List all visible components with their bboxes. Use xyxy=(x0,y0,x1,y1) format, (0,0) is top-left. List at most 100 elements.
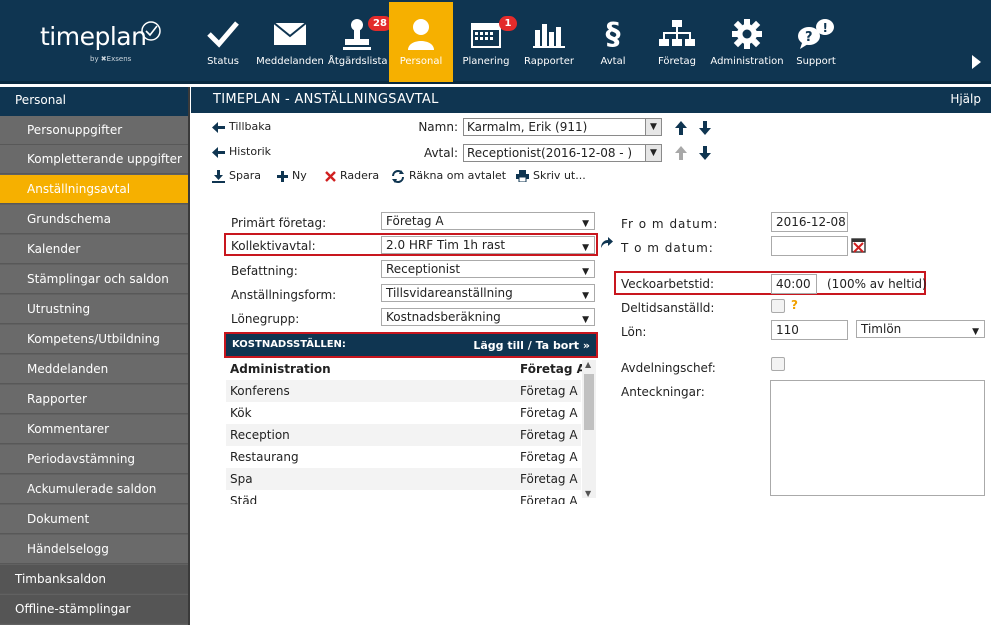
sidebar-item-anstallningsavtal[interactable]: Anställningsavtal xyxy=(0,175,188,204)
nav-next-arrow-icon[interactable] xyxy=(970,54,982,70)
nav-reports[interactable]: Rapporter xyxy=(522,2,576,82)
nav-personal[interactable]: Personal xyxy=(389,2,453,82)
scroll-up-icon[interactable]: ▲ xyxy=(585,360,591,369)
list-item[interactable]: Restaurang Företag A xyxy=(226,446,581,468)
scrollbar-thumb[interactable] xyxy=(584,374,594,430)
sidebar-item-personuppgifter[interactable]: Personuppgifter xyxy=(0,116,188,145)
arrow-left-icon xyxy=(212,121,225,133)
part-time-checkbox[interactable] xyxy=(771,299,785,313)
employment-form-select[interactable]: Tillsvidareanställning ▼ xyxy=(381,284,595,302)
sidebar-item-dokument[interactable]: Dokument xyxy=(0,505,188,534)
to-date-input[interactable] xyxy=(771,236,848,256)
position-label: Befattning: xyxy=(231,264,298,278)
previous-agreement-arrow-icon xyxy=(675,146,687,160)
list-item[interactable]: Konferens Företag A xyxy=(226,380,581,402)
salary-group-select[interactable]: Kostnadsberäkning ▼ xyxy=(381,308,595,326)
collective-agreement-select[interactable]: 2.0 HRF Tim 1h rast ▼ xyxy=(381,236,595,254)
notes-textarea[interactable] xyxy=(770,380,985,496)
sidebar-item-offline-stamplingar[interactable]: Offline-stämplingar xyxy=(0,595,188,624)
nav-planning[interactable]: 1 Planering xyxy=(458,2,517,82)
help-link[interactable]: Hjälp xyxy=(950,92,981,106)
chevron-down-icon: ▼ xyxy=(645,145,661,161)
timeplan-logo[interactable]: timeplan by ✖Exsens xyxy=(40,21,161,63)
chevron-down-icon: ▼ xyxy=(582,219,589,229)
sidebar-item-ackumulerade-saldon[interactable]: Ackumulerade saldon xyxy=(0,475,188,504)
logo-wordmark: timeplan xyxy=(40,22,147,51)
share-arrow-icon[interactable] xyxy=(600,236,614,250)
calendar-icon xyxy=(471,23,501,48)
new-button[interactable]: Ny xyxy=(277,169,307,182)
recalculate-button[interactable]: Räkna om avtalet xyxy=(391,169,506,183)
nav-administration[interactable]: Administration xyxy=(710,2,784,82)
add-remove-cost-center-link[interactable]: Lägg till / Ta bort » xyxy=(473,339,590,352)
back-link[interactable]: Tillbaka xyxy=(212,120,271,133)
nav-action-list[interactable]: 28 Åtgärdslista xyxy=(328,2,392,82)
sidebar-divider xyxy=(188,87,190,625)
sidebar-item-handelselogg[interactable]: Händelselogg xyxy=(0,535,188,564)
next-agreement-arrow-icon[interactable] xyxy=(698,146,712,160)
nav-label: Företag xyxy=(658,56,696,67)
list-item[interactable]: Spa Företag A xyxy=(226,468,581,490)
salary-type-select[interactable]: Timlön ▼ xyxy=(856,320,985,338)
list-item[interactable]: Kök Företag A xyxy=(226,402,581,424)
sidebar-header-personal[interactable]: Personal xyxy=(0,87,190,116)
primary-company-select[interactable]: Företag A ▼ xyxy=(381,212,595,230)
history-link[interactable]: Historik xyxy=(212,145,271,158)
nav-messages[interactable]: Meddelanden xyxy=(256,2,324,82)
previous-employee-arrow-icon[interactable] xyxy=(674,121,688,135)
cost-centers-scrollbar[interactable]: ▲ ▼ xyxy=(582,360,596,498)
employee-select-value: Karmalm, Erik (911) xyxy=(467,120,588,134)
cost-center-company: Företag A xyxy=(520,428,578,442)
sidebar-item-meddelanden[interactable]: Meddelanden xyxy=(0,355,188,384)
nav-label: Meddelanden xyxy=(256,56,324,67)
cost-centers-title: KOSTNADSSTÄLLEN: xyxy=(232,339,346,350)
plus-icon xyxy=(277,170,288,182)
sidebar-item-kommentarer[interactable]: Kommentarer xyxy=(0,415,188,444)
cost-centers-list: Administration Företag A Konferens Föret… xyxy=(226,358,582,504)
save-button[interactable]: Spara xyxy=(212,169,261,183)
help-question-icon[interactable]: ? xyxy=(791,298,798,312)
sidebar-item-utrustning[interactable]: Utrustning xyxy=(0,295,188,324)
sidebar-item-stamplingar[interactable]: Stämplingar och saldon xyxy=(0,265,188,294)
nav-status[interactable]: Status xyxy=(196,2,250,82)
print-label: Skriv ut... xyxy=(533,169,586,182)
recalculate-label: Räkna om avtalet xyxy=(409,169,507,182)
salary-input[interactable]: 110 xyxy=(771,320,848,340)
employee-select[interactable]: Karmalm, Erik (911) ▼ xyxy=(463,118,662,136)
nav-label: Administration xyxy=(710,56,784,67)
cost-center-header-company: Företag A xyxy=(520,362,582,376)
support-chat-icon: ?! xyxy=(798,19,834,49)
next-employee-arrow-icon[interactable] xyxy=(698,121,712,135)
collective-agreement-label: Kollektivavtal: xyxy=(231,239,316,253)
delete-button[interactable]: Radera xyxy=(325,169,379,182)
from-date-input[interactable]: 2016-12-08 xyxy=(771,212,848,232)
sidebar-item-periodavstamning[interactable]: Periodavstämning xyxy=(0,445,188,474)
position-select[interactable]: Receptionist ▼ xyxy=(381,260,595,278)
salary-group-label: Lönegrupp: xyxy=(231,312,300,326)
sidebar-item-rapporter[interactable]: Rapporter xyxy=(0,385,188,414)
sidebar-item-timbanksaldon[interactable]: Timbanksaldon xyxy=(0,565,188,594)
nav-company[interactable]: Företag xyxy=(650,2,704,82)
print-button[interactable]: Skriv ut... xyxy=(516,169,586,182)
from-date-label: Fr o m datum: xyxy=(621,217,719,231)
nav-support[interactable]: ?! Support xyxy=(790,2,842,82)
clear-date-icon[interactable] xyxy=(851,237,866,253)
agreement-select[interactable]: Receptionist(2016-12-08 - ) ▼ xyxy=(463,144,662,162)
department-manager-label: Avdelningschef: xyxy=(621,361,716,375)
cost-center-company: Företag A xyxy=(520,450,578,464)
sidebar-item-kompletterande[interactable]: Kompletterande uppgifter xyxy=(0,145,188,174)
sidebar-item-kompetens[interactable]: Kompetens/Utbildning xyxy=(0,325,188,354)
weekly-hours-input[interactable]: 40:00 xyxy=(771,274,817,294)
scroll-down-icon[interactable]: ▼ xyxy=(585,489,591,498)
nav-agreements[interactable]: § Avtal xyxy=(590,2,636,82)
sidebar-item-kalender[interactable]: Kalender xyxy=(0,235,188,264)
chevron-down-icon: ▼ xyxy=(582,315,589,325)
refresh-icon xyxy=(392,169,404,183)
cost-center-name: Kök xyxy=(230,406,252,420)
person-icon xyxy=(408,19,434,50)
list-item[interactable]: Städ Företag A xyxy=(226,490,581,504)
list-item[interactable]: Reception Företag A xyxy=(226,424,581,446)
cost-center-name: Restaurang xyxy=(230,450,299,464)
department-manager-checkbox[interactable] xyxy=(771,357,785,371)
sidebar-item-grundschema[interactable]: Grundschema xyxy=(0,205,188,234)
